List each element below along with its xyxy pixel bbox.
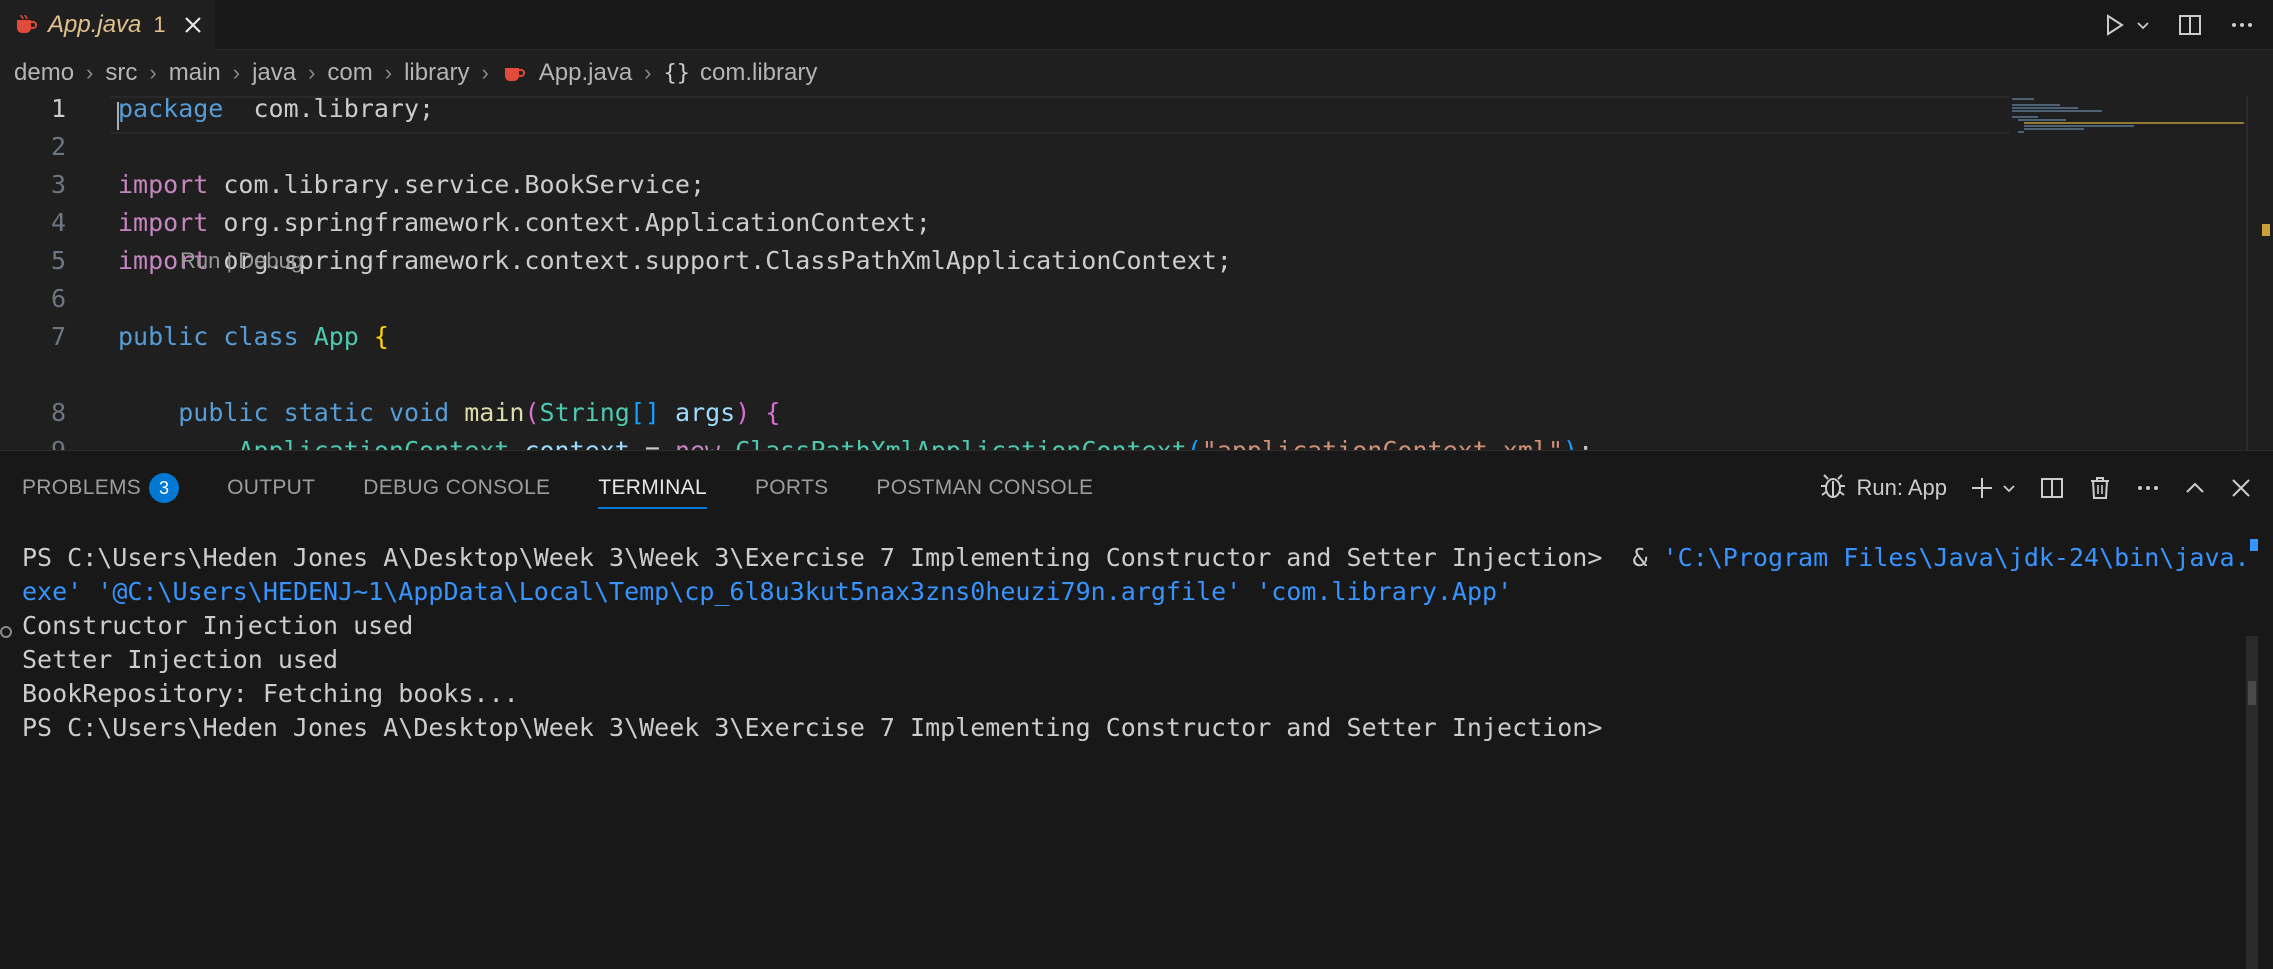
- debug-bug-icon: [1818, 471, 1848, 506]
- code-text: ApplicationContext context = new ClassPa…: [118, 432, 1593, 450]
- line-number: 8: [50, 398, 66, 427]
- tab-output[interactable]: OUTPUT: [227, 451, 315, 525]
- terminal-path-link[interactable]: '@C:\Users\HEDENJ~1\AppData\Local\Temp\c…: [97, 577, 1241, 606]
- code-text: package com.library;: [118, 96, 435, 123]
- text-cursor: [117, 102, 119, 130]
- chevron-right-icon: ›: [86, 60, 94, 85]
- terminal-path-link[interactable]: 'com.library.App': [1256, 577, 1512, 606]
- code-editor[interactable]: 1 package com.library; 2 3 import com.librar…: [0, 96, 2273, 450]
- command-decoration-icon[interactable]: [0, 626, 12, 638]
- terminal-line: Setter Injection used: [22, 645, 339, 674]
- terminal-path-link[interactable]: 'C:\Program Files\Java\jdk-24\bin\java.: [1663, 543, 2250, 572]
- code-line[interactable]: 3 import com.library.service.BookService;: [0, 166, 2000, 204]
- maximize-panel-chevron-up-icon[interactable]: [2183, 476, 2207, 500]
- line-number: 6: [50, 284, 66, 313]
- tab-problems[interactable]: PROBLEMS 3: [22, 451, 180, 525]
- terminal-line: exe' '@C:\Users\HEDENJ~1\AppData\Local\T…: [22, 575, 2242, 609]
- terminal-path-link[interactable]: exe': [22, 577, 82, 606]
- tab-terminal[interactable]: TERMINAL: [598, 451, 707, 525]
- breadcrumb-item[interactable]: src: [105, 59, 137, 87]
- terminal-line: Constructor Injection used: [22, 611, 414, 640]
- run-app-label: Run: App: [1856, 475, 1947, 500]
- tab-label: PORTS: [754, 476, 829, 499]
- terminal-overview-marker: [2250, 539, 2258, 551]
- terminal-line: PS C:\Users\Heden Jones A\Desktop\Week 3…: [22, 713, 1603, 742]
- tab-label: OUTPUT: [227, 476, 316, 499]
- close-panel-icon[interactable]: [2229, 476, 2253, 500]
- bottom-panel: PROBLEMS 3 OUTPUT DEBUG CONSOLE TERMINAL…: [0, 450, 2273, 969]
- chevron-right-icon: ›: [481, 60, 489, 85]
- code-text: import com.library.service.BookService;: [118, 170, 706, 199]
- line-number: 4: [50, 208, 66, 237]
- breadcrumb: demo › src › main › java › com › library…: [0, 50, 2273, 96]
- namespace-icon: {}: [663, 60, 691, 86]
- minimap[interactable]: [2008, 96, 2250, 156]
- chevron-right-icon: ›: [232, 60, 241, 85]
- line-number: 5: [50, 246, 66, 275]
- code-text: public static void main(String[] args) {: [178, 398, 781, 427]
- split-editor-icon[interactable]: [2177, 12, 2203, 38]
- line-number: 9: [0, 432, 66, 450]
- breadcrumb-item[interactable]: library: [404, 59, 469, 87]
- tab-label: PROBLEMS: [22, 476, 142, 499]
- code-line[interactable]: 2: [0, 128, 2000, 166]
- split-terminal-icon[interactable]: [2039, 475, 2065, 501]
- tab-ports[interactable]: PORTS: [755, 451, 828, 525]
- code-line[interactable]: 7 public class App {: [0, 318, 2000, 356]
- editor-scrollbar[interactable]: [2246, 96, 2248, 450]
- code-line[interactable]: 1 package com.library;: [0, 96, 2000, 128]
- code-line[interactable]: 6: [0, 280, 2000, 318]
- terminal-line: BookRepository: Fetching books...: [22, 679, 519, 708]
- terminal-line: PS C:\Users\Heden Jones A\Desktop\Week 3…: [22, 543, 2250, 572]
- terminal-output[interactable]: PS C:\Users\Heden Jones A\Desktop\Week 3…: [22, 541, 2250, 745]
- close-icon[interactable]: [180, 12, 206, 38]
- line-number: 2: [50, 132, 66, 161]
- line-number: 7: [50, 322, 66, 351]
- chevron-down-icon[interactable]: [2135, 17, 2151, 33]
- terminal-instance-selector[interactable]: Run: App: [1818, 471, 1947, 506]
- chevron-right-icon: ›: [308, 60, 316, 85]
- run-icon[interactable]: [2101, 12, 2127, 38]
- chevron-right-icon: ›: [149, 60, 157, 85]
- tab-label: DEBUG CONSOLE: [363, 476, 551, 499]
- breadcrumb-item[interactable]: demo: [14, 59, 74, 87]
- code-line[interactable]: 4 import org.springframework.context.Appl…: [0, 204, 2000, 242]
- code-text: import org.springframework.context.Appli…: [118, 208, 931, 237]
- chevron-right-icon: ›: [644, 60, 652, 85]
- line-number: 3: [50, 170, 66, 199]
- breadcrumb-item[interactable]: com: [327, 59, 372, 87]
- more-actions-icon[interactable]: [2229, 12, 2255, 38]
- codelens-run-debug[interactable]: Run | Debug: [180, 248, 303, 274]
- breadcrumb-file[interactable]: App.java: [539, 59, 632, 87]
- line-number: 1: [50, 96, 66, 123]
- breadcrumb-symbol[interactable]: com.library: [700, 59, 817, 87]
- problems-count-badge: 3: [149, 473, 180, 503]
- tab-debug-console[interactable]: DEBUG CONSOLE: [363, 451, 550, 525]
- terminal-scroll-thumb[interactable]: [2248, 681, 2256, 705]
- java-coffee-icon: [501, 61, 527, 85]
- tab-label: TERMINAL: [598, 476, 707, 499]
- chevron-down-icon[interactable]: [2001, 480, 2017, 496]
- tab-postman-console[interactable]: POSTMAN CONSOLE: [876, 451, 1093, 525]
- breadcrumb-item[interactable]: java: [252, 59, 296, 87]
- warning-scroll-marker: [2262, 224, 2270, 236]
- tab-app-java[interactable]: App.java 1: [0, 0, 215, 50]
- more-actions-icon[interactable]: [2135, 475, 2161, 501]
- new-terminal-plus-icon[interactable]: [1969, 475, 1995, 501]
- trash-icon[interactable]: [2087, 475, 2113, 501]
- tab-problem-count: 1: [153, 12, 166, 37]
- tab-label: POSTMAN CONSOLE: [876, 476, 1094, 499]
- breadcrumb-item[interactable]: main: [169, 59, 221, 87]
- code-text: public class App {: [118, 322, 389, 351]
- tab-title: App.java: [48, 11, 142, 38]
- chevron-right-icon: ›: [384, 60, 393, 85]
- code-line[interactable]: 8 public static void main(String[] args)…: [0, 394, 2000, 432]
- panel-tabs: PROBLEMS 3 OUTPUT DEBUG CONSOLE TERMINAL…: [0, 451, 1141, 525]
- editor-tab-bar: App.java 1: [0, 0, 2273, 50]
- code-line[interactable]: 9 ApplicationContext context = new Class…: [0, 432, 2000, 450]
- java-coffee-icon: [14, 13, 38, 37]
